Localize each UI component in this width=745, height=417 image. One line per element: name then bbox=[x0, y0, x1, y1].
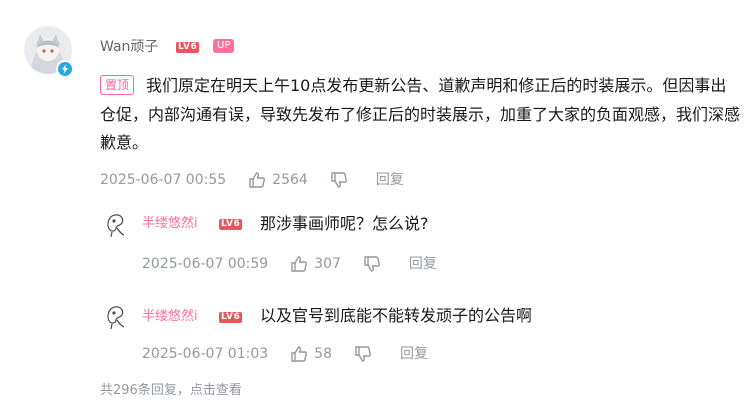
comment-meta: 2025-06-07 00:55 2564 回复 bbox=[100, 170, 404, 190]
reply-avatar[interactable] bbox=[102, 302, 130, 330]
reply-time: 2025-06-07 00:59 bbox=[142, 256, 269, 272]
pinned-tag: 置顶 bbox=[100, 75, 135, 95]
reply-author[interactable]: 半缕悠然i bbox=[142, 308, 198, 326]
reply-author[interactable]: 半缕悠然i bbox=[142, 215, 198, 233]
thumb-up-icon bbox=[291, 256, 308, 272]
reply-avatar[interactable] bbox=[102, 210, 130, 238]
like-button[interactable]: 58 bbox=[290, 344, 332, 364]
dislike-button[interactable] bbox=[354, 345, 378, 363]
reply-text: 以及官号到底能不能转发顽子的公告啊 bbox=[260, 306, 533, 325]
reply-button[interactable]: 回复 bbox=[409, 254, 437, 274]
like-count: 58 bbox=[314, 346, 332, 362]
reply-meta: 2025-06-07 00:59 307 回复 bbox=[142, 254, 437, 274]
dislike-button[interactable] bbox=[363, 255, 387, 273]
reply-text: 那涉事画师呢？怎么说? bbox=[260, 214, 429, 233]
like-button[interactable]: 307 bbox=[290, 254, 341, 274]
reply-button[interactable]: 回复 bbox=[400, 344, 428, 364]
thumb-down-icon bbox=[331, 172, 347, 188]
reply-level-badge: LV6 bbox=[219, 219, 243, 230]
dislike-button[interactable] bbox=[330, 171, 354, 189]
view-more-replies-link[interactable]: 共296条回复，点击查看 bbox=[100, 382, 242, 400]
thumb-up-icon bbox=[291, 346, 308, 362]
level-badge: LV6 bbox=[176, 42, 200, 53]
comment-content: 我们原定在明天上午10点发布更新公告、道歉声明和修正后的时装展示。但因事出仓促，… bbox=[100, 76, 741, 152]
like-count: 2564 bbox=[272, 172, 308, 188]
thumb-down-icon bbox=[364, 256, 380, 272]
reply-level-badge: LV6 bbox=[219, 312, 243, 323]
like-count: 307 bbox=[314, 256, 341, 272]
reply-meta: 2025-06-07 01:03 58 回复 bbox=[142, 344, 428, 364]
author-name[interactable]: Wan顽子 bbox=[100, 38, 158, 56]
thumb-up-icon bbox=[249, 172, 266, 188]
up-badge: UP bbox=[213, 39, 235, 53]
thumb-down-icon bbox=[355, 346, 371, 362]
comment-time: 2025-06-07 00:55 bbox=[100, 172, 227, 188]
reply-button[interactable]: 回复 bbox=[376, 170, 404, 190]
reply-time: 2025-06-07 01:03 bbox=[142, 346, 269, 362]
like-button[interactable]: 2564 bbox=[248, 170, 308, 190]
verified-bolt-icon bbox=[56, 60, 74, 78]
